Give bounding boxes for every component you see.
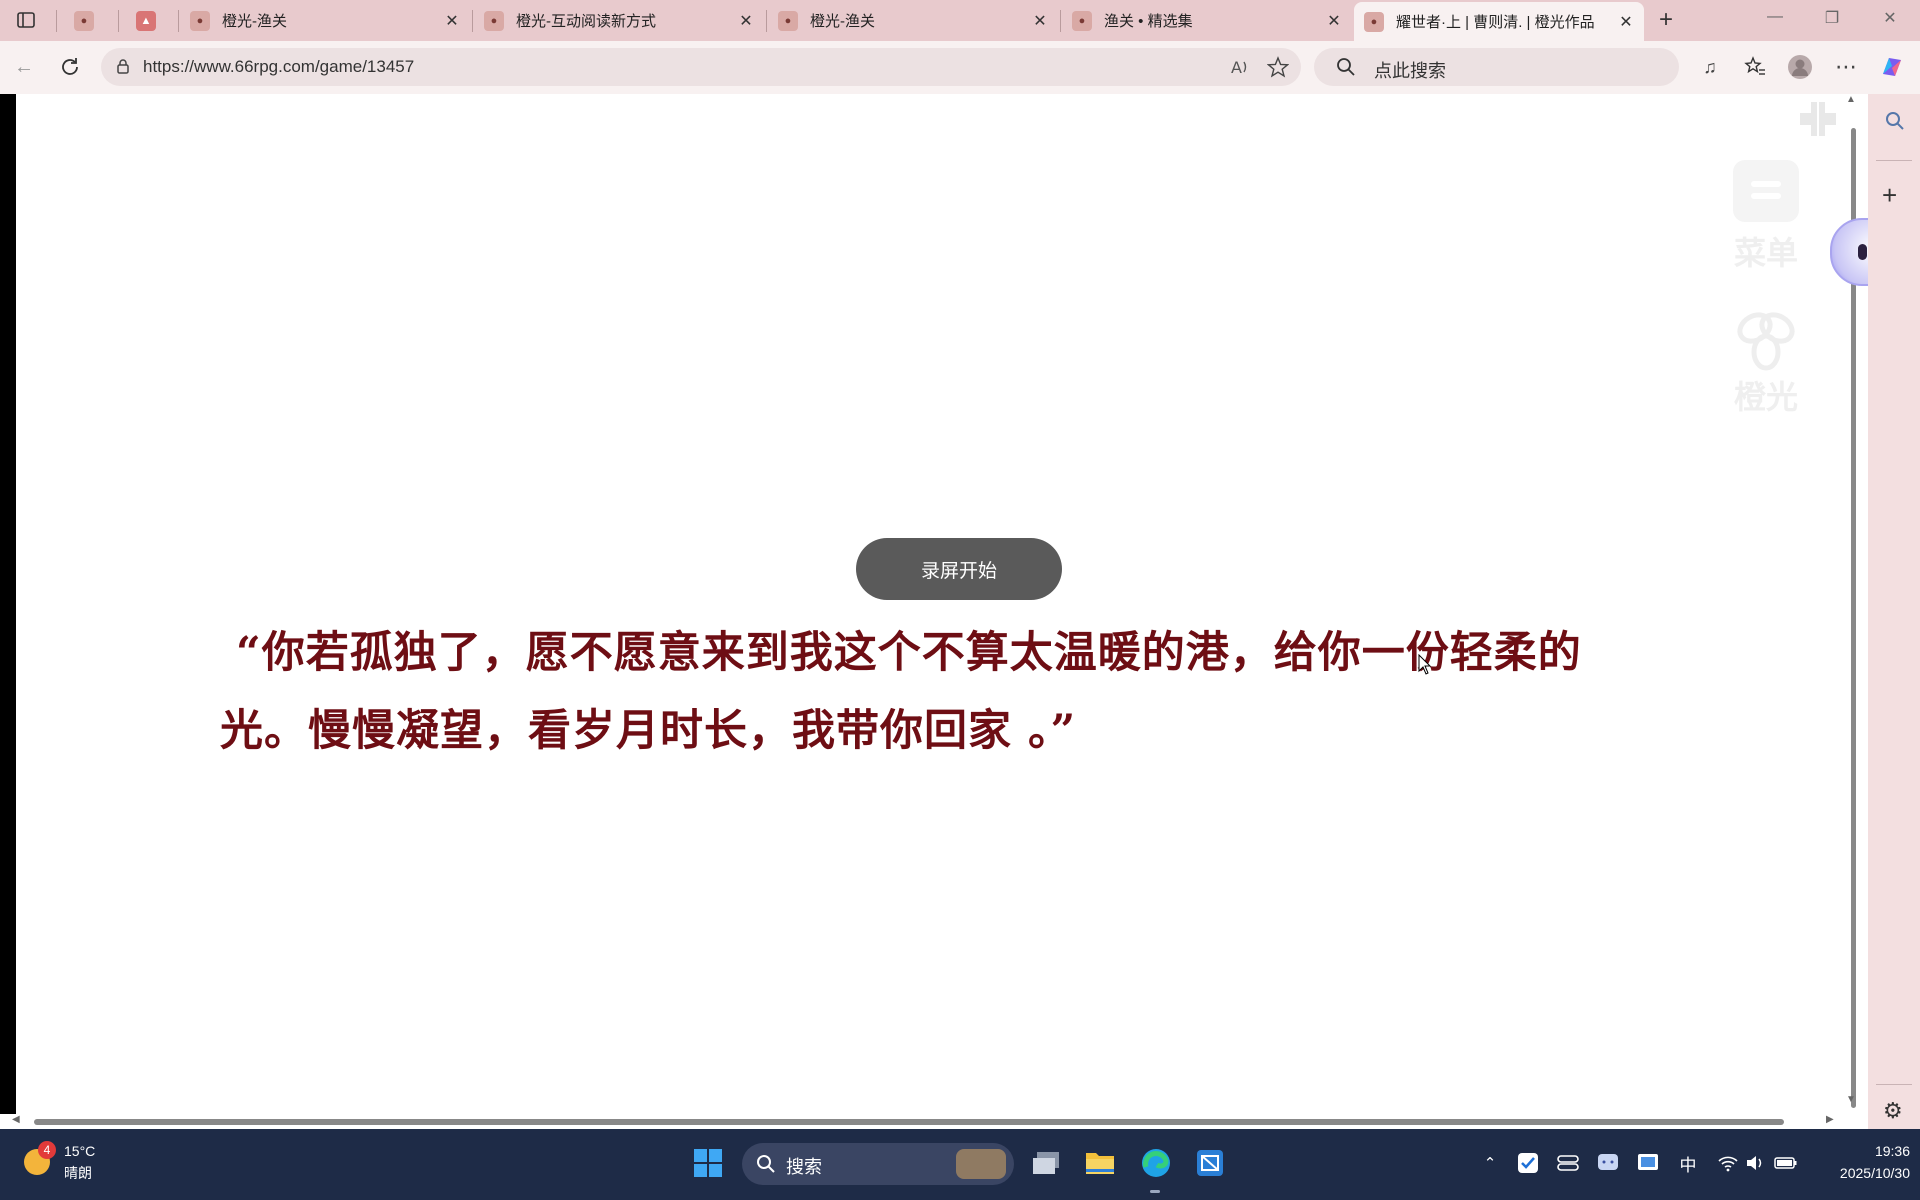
close-icon[interactable]: ✕ xyxy=(1616,12,1636,32)
tab-actions-icon[interactable] xyxy=(12,6,40,34)
scroll-left-icon[interactable]: ◀ xyxy=(12,1114,20,1125)
menu-label: 菜单 xyxy=(1733,235,1798,271)
tab-active[interactable]: ● 耀世者·上 | 曹则清. | 橙光作品 ✕ xyxy=(1354,2,1644,41)
tab-label: 橙光-渔关 xyxy=(810,13,875,30)
wifi-icon[interactable] xyxy=(1716,1151,1740,1175)
game-canvas[interactable]: 菜单 橙光 录屏开始 “你若孤独了，愿不愿意来到我这个不算太温暖的港，给你一份轻… xyxy=(16,94,1836,1114)
battery-icon[interactable] xyxy=(1774,1151,1798,1175)
svg-text:A: A xyxy=(1231,58,1242,77)
show-hidden-icons-icon[interactable]: ⌃ xyxy=(1478,1151,1502,1175)
scroll-right-icon[interactable]: ▶ xyxy=(1826,1114,1834,1125)
menu-button[interactable]: 菜单 xyxy=(1726,160,1806,274)
exit-fullscreen-icon[interactable] xyxy=(1796,94,1836,144)
avatar-favicon-icon: ● xyxy=(1072,10,1092,31)
search-icon xyxy=(1337,58,1355,76)
restore-button[interactable]: ❐ xyxy=(1812,8,1852,32)
edge-browser-icon[interactable] xyxy=(1136,1143,1176,1183)
warning-favicon-icon: ▲ xyxy=(136,10,156,31)
search-placeholder[interactable]: 点此搜索 xyxy=(1374,57,1446,83)
record-start-button[interactable]: 录屏开始 xyxy=(856,538,1062,600)
tab-label: 橙光-互动阅读新方式 xyxy=(516,13,656,30)
tray-screen-icon[interactable] xyxy=(1636,1151,1660,1175)
search-icon xyxy=(757,1155,775,1173)
taskbar-search[interactable]: 搜索 xyxy=(742,1143,1014,1185)
volume-icon[interactable] xyxy=(1744,1151,1768,1175)
lock-icon[interactable] xyxy=(115,58,131,74)
tab-6[interactable]: ● 渔关 • 精选集 ✕ xyxy=(1062,4,1352,37)
sidebar-search-icon[interactable] xyxy=(1884,110,1906,132)
task-view-icon[interactable] xyxy=(1026,1143,1066,1183)
close-icon[interactable]: ✕ xyxy=(1324,11,1344,31)
tab-strip: ● ▲ ● 橙光-渔关 ✕ ● 橙光-互动阅读新方式 ✕ ● 橙光-渔关 ✕ ●… xyxy=(0,0,1920,41)
weather-badge: 4 xyxy=(38,1141,56,1159)
tray-toggle-icon[interactable] xyxy=(1556,1151,1580,1175)
address-bar[interactable]: https://www.66rpg.com/game/13457 A xyxy=(101,48,1301,86)
avatar-favicon-icon: ● xyxy=(1364,11,1384,32)
windows-start-icon[interactable] xyxy=(688,1143,728,1183)
story-quote: “你若孤独了，愿不愿意来到我这个不算太温暖的港，给你一份轻柔的 光。慢慢凝望，看… xyxy=(220,614,1636,770)
page-viewport: 菜单 橙光 录屏开始 “你若孤独了，愿不愿意来到我这个不算太温暖的港，给你一份轻… xyxy=(0,94,1916,1129)
horizontal-scrollbar[interactable]: ◀ ▶ xyxy=(0,1114,1868,1129)
tab-label: 橙光-渔关 xyxy=(222,13,287,30)
edge-sidebar: + ⚙ xyxy=(1868,94,1920,1129)
copilot-icon[interactable] xyxy=(1878,53,1906,81)
quote-line-2: 光。慢慢凝望，看岁月时长，我带你回家 。” xyxy=(220,706,1077,756)
scroll-down-icon[interactable]: ▼ xyxy=(1844,1094,1858,1105)
clock[interactable]: 19:36 2025/10/30 xyxy=(1810,1140,1910,1184)
new-tab-button[interactable]: + xyxy=(1646,6,1686,33)
mouse-cursor-icon xyxy=(1418,654,1432,675)
tab-label: 耀世者·上 | 曹则清. | 橙光作品 xyxy=(1396,14,1595,31)
quote-line-1: “你若孤独了，愿不愿意来到我这个不算太温暖的港，给你一份轻柔的 xyxy=(236,628,1582,678)
profile-avatar-icon[interactable] xyxy=(1786,53,1814,81)
tray-app-icon[interactable] xyxy=(1516,1151,1540,1175)
search-highlight-image xyxy=(956,1149,1006,1179)
scroll-up-icon[interactable]: ▲ xyxy=(1844,94,1858,105)
search-box[interactable]: 点此搜索 xyxy=(1314,48,1679,86)
url-text[interactable]: https://www.66rpg.com/game/13457 xyxy=(143,57,414,77)
tab-2[interactable]: ▲ xyxy=(126,4,176,37)
close-icon[interactable]: ✕ xyxy=(1030,11,1050,31)
tab-4[interactable]: ● 橙光-互动阅读新方式 ✕ xyxy=(474,4,764,37)
favorites-icon[interactable] xyxy=(1741,53,1769,81)
brand-button[interactable]: 橙光 xyxy=(1726,308,1806,418)
avatar-favicon-icon: ● xyxy=(778,10,798,31)
tab-5[interactable]: ● 橙光-渔关 ✕ xyxy=(768,4,1058,37)
sidebar-settings-gear-icon[interactable]: ⚙ xyxy=(1883,1098,1903,1124)
weather-desc: 晴朗 xyxy=(64,1165,92,1181)
read-aloud-icon[interactable]: A xyxy=(1229,56,1251,78)
more-options-icon[interactable]: ⋯ xyxy=(1832,53,1860,81)
hscrollbar-thumb[interactable] xyxy=(34,1119,1784,1125)
tab-1[interactable]: ● xyxy=(64,4,114,37)
avatar-favicon-icon: ● xyxy=(74,10,94,31)
weather-temp: 15°C xyxy=(64,1143,96,1159)
weather-widget[interactable]: 4 15°C 晴朗 xyxy=(20,1141,130,1189)
minimize-button[interactable]: — xyxy=(1755,8,1795,32)
tab-3[interactable]: ● 橙光-渔关 ✕ xyxy=(180,4,470,37)
back-icon[interactable]: ← xyxy=(10,53,38,81)
file-explorer-icon[interactable] xyxy=(1080,1143,1120,1183)
clover-logo-icon xyxy=(1731,308,1801,372)
close-window-button[interactable]: ✕ xyxy=(1870,8,1910,32)
ime-indicator[interactable]: 中 xyxy=(1676,1151,1700,1175)
app-window-icon[interactable] xyxy=(1190,1143,1230,1183)
avatar-favicon-icon: ● xyxy=(484,10,504,31)
clock-date: 2025/10/30 xyxy=(1839,1165,1910,1181)
media-control-icon[interactable]: ♫ xyxy=(1696,53,1724,81)
windows-taskbar: 4 15°C 晴朗 搜索 ⌃ 中 19:36 2025/10/30 xyxy=(0,1129,1920,1200)
address-toolbar: ← https://www.66rpg.com/game/13457 A 点此搜… xyxy=(0,41,1920,94)
sidebar-add-icon[interactable]: + xyxy=(1882,180,1897,211)
tab-label: 渔关 • 精选集 xyxy=(1104,13,1193,30)
refresh-icon[interactable] xyxy=(56,53,84,81)
clock-time: 19:36 xyxy=(1874,1143,1910,1159)
brand-label: 橙光 xyxy=(1733,379,1798,415)
tray-chat-icon[interactable] xyxy=(1596,1151,1620,1175)
menu-icon xyxy=(1733,160,1799,222)
close-icon[interactable]: ✕ xyxy=(442,11,462,31)
taskbar-search-label: 搜索 xyxy=(786,1157,822,1177)
avatar-favicon-icon: ● xyxy=(190,10,210,31)
close-icon[interactable]: ✕ xyxy=(736,11,756,31)
favorite-star-icon[interactable] xyxy=(1267,56,1289,78)
